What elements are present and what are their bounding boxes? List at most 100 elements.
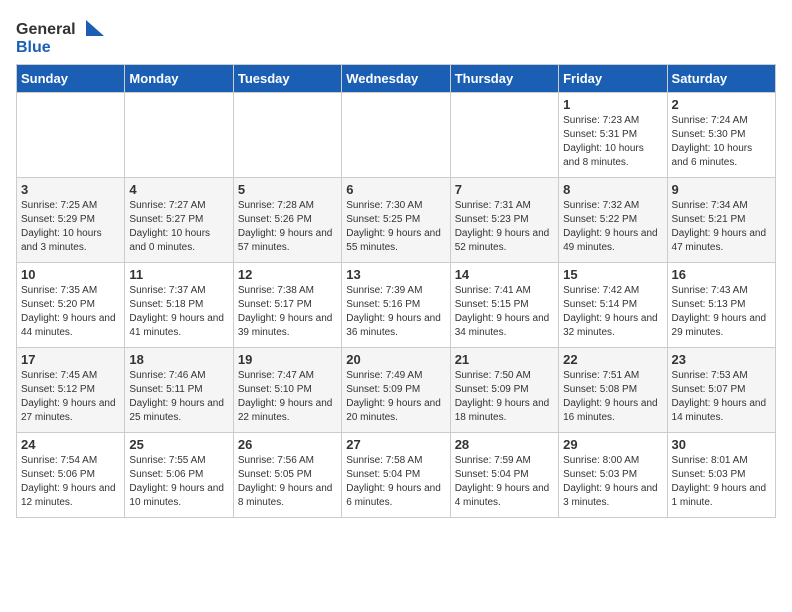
calendar-cell: 25Sunrise: 7:55 AM Sunset: 5:06 PM Dayli…: [125, 433, 233, 518]
header-day-monday: Monday: [125, 65, 233, 93]
calendar-cell: 17Sunrise: 7:45 AM Sunset: 5:12 PM Dayli…: [17, 348, 125, 433]
calendar-cell: 12 Sunrise: 7:38 AM Sunset: 5:17 PM Dayli…: [233, 263, 341, 348]
day-number: 23: [672, 352, 771, 367]
calendar-cell: 29 Sunrise: 8:00 AM Sunset: 5:03 PM Dayli…: [559, 433, 667, 518]
logo-svg: GeneralBlue: [16, 16, 106, 56]
day-number: 30: [672, 437, 771, 452]
calendar-cell: [450, 93, 558, 178]
day-info: Sunrise: 7:28 AM Sunset: 5:26 PM Dayligh…: [238, 199, 337, 255]
day-info: Sunrise: 7:34 AM Sunset: 5:21 PM Dayligh…: [672, 199, 771, 255]
calendar-cell: 20 Sunrise: 7:49 AM Sunset: 5:09 PM Dayli…: [342, 348, 450, 433]
day-number: 26: [238, 437, 337, 452]
day-number: 10: [21, 267, 120, 282]
calendar-cell: 14 Sunrise: 7:41 AM Sunset: 5:15 PM Dayli…: [450, 263, 558, 348]
day-number: 1: [563, 97, 662, 112]
calendar-cell: [342, 93, 450, 178]
day-info: Sunrise: 7:50 AM Sunset: 5:09 PM Dayligh…: [455, 369, 554, 425]
day-info: Sunrise: 7:30 AM Sunset: 5:25 PM Dayligh…: [346, 199, 445, 255]
day-number: 27: [346, 437, 445, 452]
day-number: 16: [672, 267, 771, 282]
calendar-table: SundayMondayTuesdayWednesdayThursdayFrid…: [16, 64, 776, 518]
calendar-cell: 15Sunrise: 7:42 AM Sunset: 5:14 PM Dayli…: [559, 263, 667, 348]
calendar-cell: [17, 93, 125, 178]
calendar-cell: 2 Sunrise: 7:24 AM Sunset: 5:30 PM Daylig…: [667, 93, 775, 178]
day-number: 2: [672, 97, 771, 112]
day-number: 8: [563, 182, 662, 197]
day-number: 14: [455, 267, 554, 282]
day-number: 5: [238, 182, 337, 197]
header-day-saturday: Saturday: [667, 65, 775, 93]
day-number: 6: [346, 182, 445, 197]
calendar-cell: 28 Sunrise: 7:59 AM Sunset: 5:04 PM Dayli…: [450, 433, 558, 518]
day-info: Sunrise: 7:58 AM Sunset: 5:04 PM Dayligh…: [346, 454, 445, 510]
day-info: Sunrise: 7:24 AM Sunset: 5:30 PM Dayligh…: [672, 114, 771, 170]
day-info: Sunrise: 7:46 AM Sunset: 5:11 PM Dayligh…: [129, 369, 228, 425]
calendar-cell: 8 Sunrise: 7:32 AM Sunset: 5:22 PM Daylig…: [559, 178, 667, 263]
day-number: 21: [455, 352, 554, 367]
day-info: Sunrise: 7:56 AM Sunset: 5:05 PM Dayligh…: [238, 454, 337, 510]
svg-text:Blue: Blue: [16, 39, 51, 56]
day-info: Sunrise: 7:59 AM Sunset: 5:04 PM Dayligh…: [455, 454, 554, 510]
calendar-cell: 18Sunrise: 7:46 AM Sunset: 5:11 PM Dayli…: [125, 348, 233, 433]
day-info: Sunrise: 8:00 AM Sunset: 5:03 PM Dayligh…: [563, 454, 662, 510]
calendar-cell: 1 Sunrise: 7:23 AM Sunset: 5:31 PM Daylig…: [559, 93, 667, 178]
day-number: 12: [238, 267, 337, 282]
calendar-cell: 4Sunrise: 7:27 AM Sunset: 5:27 PM Daylig…: [125, 178, 233, 263]
day-info: Sunrise: 7:25 AM Sunset: 5:29 PM Dayligh…: [21, 199, 120, 255]
calendar-cell: 10 Sunrise: 7:35 AM Sunset: 5:20 PM Dayli…: [17, 263, 125, 348]
day-info: Sunrise: 7:45 AM Sunset: 5:12 PM Dayligh…: [21, 369, 120, 425]
calendar-week-3: 10 Sunrise: 7:35 AM Sunset: 5:20 PM Dayli…: [17, 263, 776, 348]
day-info: Sunrise: 7:55 AM Sunset: 5:06 PM Dayligh…: [129, 454, 228, 510]
day-number: 29: [563, 437, 662, 452]
header-day-wednesday: Wednesday: [342, 65, 450, 93]
calendar-cell: 5 Sunrise: 7:28 AM Sunset: 5:26 PM Daylig…: [233, 178, 341, 263]
day-info: Sunrise: 7:23 AM Sunset: 5:31 PM Dayligh…: [563, 114, 662, 170]
header-day-sunday: Sunday: [17, 65, 125, 93]
calendar-cell: 6 Sunrise: 7:30 AM Sunset: 5:25 PM Daylig…: [342, 178, 450, 263]
day-number: 24: [21, 437, 120, 452]
day-info: Sunrise: 7:43 AM Sunset: 5:13 PM Dayligh…: [672, 284, 771, 340]
calendar-cell: 23 Sunrise: 7:53 AM Sunset: 5:07 PM Dayli…: [667, 348, 775, 433]
day-number: 28: [455, 437, 554, 452]
calendar-week-1: 1 Sunrise: 7:23 AM Sunset: 5:31 PM Daylig…: [17, 93, 776, 178]
calendar-cell: 22 Sunrise: 7:51 AM Sunset: 5:08 PM Dayli…: [559, 348, 667, 433]
day-info: Sunrise: 7:35 AM Sunset: 5:20 PM Dayligh…: [21, 284, 120, 340]
day-info: Sunrise: 7:39 AM Sunset: 5:16 PM Dayligh…: [346, 284, 445, 340]
calendar-cell: 11 Sunrise: 7:37 AM Sunset: 5:18 PM Dayli…: [125, 263, 233, 348]
day-info: Sunrise: 7:31 AM Sunset: 5:23 PM Dayligh…: [455, 199, 554, 255]
day-info: Sunrise: 7:27 AM Sunset: 5:27 PM Dayligh…: [129, 199, 228, 255]
day-number: 22: [563, 352, 662, 367]
calendar-cell: 21 Sunrise: 7:50 AM Sunset: 5:09 PM Dayli…: [450, 348, 558, 433]
header: GeneralBlue: [16, 16, 776, 56]
day-info: Sunrise: 7:49 AM Sunset: 5:09 PM Dayligh…: [346, 369, 445, 425]
calendar-cell: 19 Sunrise: 7:47 AM Sunset: 5:10 PM Dayli…: [233, 348, 341, 433]
calendar-cell: [233, 93, 341, 178]
day-number: 20: [346, 352, 445, 367]
calendar-cell: 30Sunrise: 8:01 AM Sunset: 5:03 PM Dayli…: [667, 433, 775, 518]
day-number: 19: [238, 352, 337, 367]
calendar-cell: 16 Sunrise: 7:43 AM Sunset: 5:13 PM Dayli…: [667, 263, 775, 348]
day-info: Sunrise: 7:53 AM Sunset: 5:07 PM Dayligh…: [672, 369, 771, 425]
day-info: Sunrise: 7:47 AM Sunset: 5:10 PM Dayligh…: [238, 369, 337, 425]
calendar-header-row: SundayMondayTuesdayWednesdayThursdayFrid…: [17, 65, 776, 93]
calendar-cell: 13Sunrise: 7:39 AM Sunset: 5:16 PM Dayli…: [342, 263, 450, 348]
calendar-cell: 9Sunrise: 7:34 AM Sunset: 5:21 PM Daylig…: [667, 178, 775, 263]
day-number: 3: [21, 182, 120, 197]
calendar-cell: 24 Sunrise: 7:54 AM Sunset: 5:06 PM Dayli…: [17, 433, 125, 518]
header-day-thursday: Thursday: [450, 65, 558, 93]
calendar-body: 1 Sunrise: 7:23 AM Sunset: 5:31 PM Daylig…: [17, 93, 776, 518]
day-info: Sunrise: 7:42 AM Sunset: 5:14 PM Dayligh…: [563, 284, 662, 340]
day-info: Sunrise: 7:54 AM Sunset: 5:06 PM Dayligh…: [21, 454, 120, 510]
calendar-cell: 3 Sunrise: 7:25 AM Sunset: 5:29 PM Daylig…: [17, 178, 125, 263]
calendar-cell: 7 Sunrise: 7:31 AM Sunset: 5:23 PM Daylig…: [450, 178, 558, 263]
calendar-week-2: 3 Sunrise: 7:25 AM Sunset: 5:29 PM Daylig…: [17, 178, 776, 263]
day-info: Sunrise: 7:51 AM Sunset: 5:08 PM Dayligh…: [563, 369, 662, 425]
day-info: Sunrise: 7:32 AM Sunset: 5:22 PM Dayligh…: [563, 199, 662, 255]
day-number: 11: [129, 267, 228, 282]
day-info: Sunrise: 7:41 AM Sunset: 5:15 PM Dayligh…: [455, 284, 554, 340]
svg-text:General: General: [16, 21, 76, 38]
day-number: 7: [455, 182, 554, 197]
calendar-cell: 26 Sunrise: 7:56 AM Sunset: 5:05 PM Dayli…: [233, 433, 341, 518]
day-info: Sunrise: 7:37 AM Sunset: 5:18 PM Dayligh…: [129, 284, 228, 340]
day-info: Sunrise: 7:38 AM Sunset: 5:17 PM Dayligh…: [238, 284, 337, 340]
